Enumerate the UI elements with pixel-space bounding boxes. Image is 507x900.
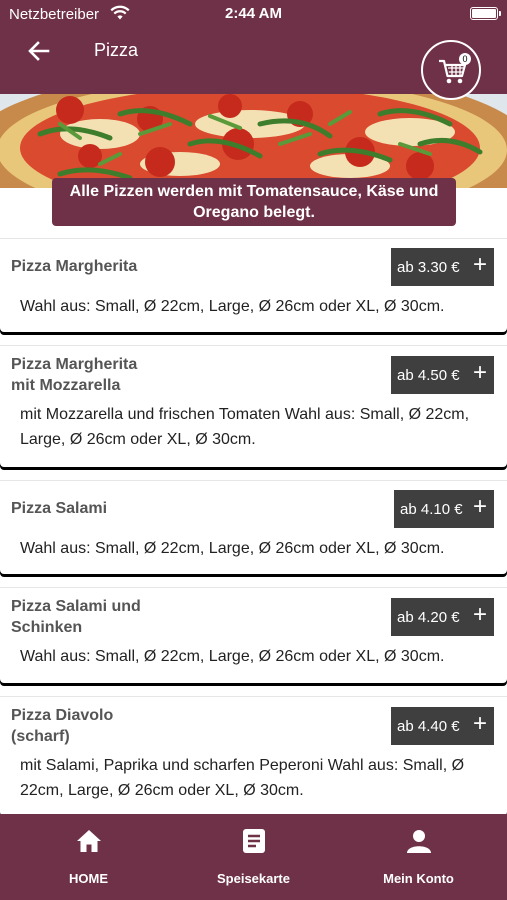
item-name-line: Schinken [11, 619, 83, 636]
item-name: Pizza Salami und Schinken [11, 596, 141, 638]
item-name: Pizza Diavolo (scharf) [11, 705, 113, 747]
nav-speisekarte[interactable]: Speisekarte [169, 814, 338, 900]
menu-item-card: Pizza Margherita ab 3.30 € + Wahl aus: S… [0, 238, 507, 332]
description-line: Wahl aus: Small, Ø 22cm, Large, Ø 26cm o… [20, 648, 445, 665]
nav-label: Mein Konto [383, 871, 454, 886]
user-icon [407, 830, 431, 853]
item-price: ab 4.10 € [400, 501, 463, 518]
menu-item-card: Pizza Margherita mit Mozzarella ab 4.50 … [0, 345, 507, 467]
status-time: 2:44 AM [225, 5, 282, 22]
cart-count-badge: 0 [459, 53, 471, 65]
page-title: Pizza [94, 40, 139, 60]
item-name-line: Pizza Salami und [11, 598, 141, 615]
item-description: mit Salami, Paprika und scharfen Peperon… [20, 753, 493, 803]
hero-pizza-image [0, 94, 507, 188]
plus-icon: + [472, 251, 487, 278]
description-line: 22cm, Large, Ø 26cm oder XL, Ø 30cm. [20, 782, 304, 799]
battery-icon [470, 7, 501, 20]
description-line: mit Salami, Paprika und scharfen Peperon… [20, 757, 465, 774]
info-banner: Alle Pizzen werden mit Tomatensauce, Käs… [52, 178, 456, 226]
item-description: Wahl aus: Small, Ø 22cm, Large, Ø 26cm o… [20, 536, 493, 561]
item-description: mit Mozzarella und frischen Tomaten Wahl… [20, 402, 493, 452]
item-name-line: Pizza Margherita [11, 258, 138, 275]
item-name-line: Pizza Salami [11, 500, 108, 517]
add-to-cart-button[interactable]: ab 4.20 € + [391, 598, 494, 636]
menu-item-card: Pizza Diavolo (scharf) ab 4.40 € + mit S… [0, 696, 507, 816]
item-description: Wahl aus: Small, Ø 22cm, Large, Ø 26cm o… [20, 294, 493, 319]
add-to-cart-button[interactable]: ab 4.40 € + [391, 707, 494, 745]
plus-icon: + [472, 359, 487, 386]
plus-icon: + [472, 710, 487, 737]
nav-home[interactable]: HOME [4, 814, 173, 900]
menu-list-icon [243, 829, 265, 853]
item-name: Pizza Salami [11, 498, 107, 519]
item-price: ab 4.20 € [397, 609, 460, 626]
item-name: Pizza Margherita mit Mozzarella [11, 354, 137, 396]
back-button[interactable] [26, 38, 52, 64]
plus-icon: + [472, 493, 487, 520]
bottom-navigation: HOME Speisekarte Mein Konto [0, 814, 507, 900]
add-to-cart-button[interactable]: ab 4.50 € + [391, 356, 494, 394]
item-name-line: Pizza Margherita [11, 356, 138, 373]
description-line: Large, Ø 26cm oder XL, Ø 30cm. [20, 431, 256, 448]
nav-mein-konto[interactable]: Mein Konto [334, 814, 503, 900]
description-line: Wahl aus: Small, Ø 22cm, Large, Ø 26cm o… [20, 298, 445, 315]
cart-button[interactable]: 0 [421, 40, 481, 100]
item-price: ab 4.50 € [397, 367, 460, 384]
home-icon [77, 830, 101, 852]
add-to-cart-button[interactable]: ab 4.10 € + [394, 490, 494, 528]
item-description: Wahl aus: Small, Ø 22cm, Large, Ø 26cm o… [20, 644, 493, 669]
item-name-line: mit Mozzarella [11, 377, 121, 394]
item-name-line: Pizza Diavolo [11, 707, 114, 724]
item-price: ab 3.30 € [397, 259, 460, 276]
arrow-left-icon [28, 41, 50, 61]
nav-label: Speisekarte [217, 871, 290, 886]
item-price: ab 4.40 € [397, 718, 460, 735]
nav-label: HOME [69, 871, 108, 886]
item-name: Pizza Margherita [11, 256, 137, 277]
plus-icon: + [472, 601, 487, 628]
menu-item-card: Pizza Salami ab 4.10 € + Wahl aus: Small… [0, 480, 507, 574]
description-line: Wahl aus: Small, Ø 22cm, Large, Ø 26cm o… [20, 540, 445, 557]
item-name-line: (scharf) [11, 728, 70, 745]
description-line: mit Mozzarella und frischen Tomaten Wahl… [20, 406, 470, 423]
menu-item-card: Pizza Salami und Schinken ab 4.20 € + Wa… [0, 587, 507, 683]
add-to-cart-button[interactable]: ab 3.30 € + [391, 248, 494, 286]
status-bar: Netzbetreiber 2:44 AM [0, 0, 507, 28]
